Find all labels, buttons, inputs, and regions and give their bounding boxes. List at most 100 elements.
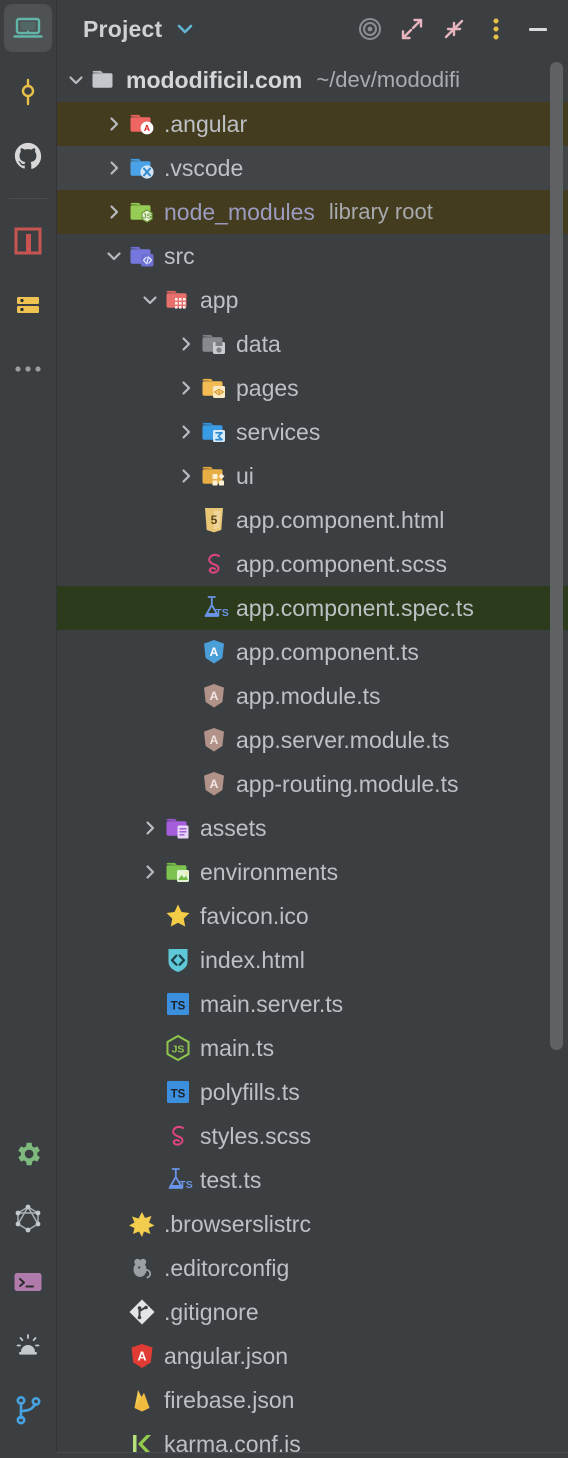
activity-item-graphql[interactable] xyxy=(4,1194,52,1242)
tree-row[interactable]: pages xyxy=(57,366,568,410)
tree-row[interactable]: assets xyxy=(57,806,568,850)
file-angular-module-icon: A xyxy=(199,769,229,799)
chevron-right-icon[interactable] xyxy=(173,322,199,366)
tree-row-label: node_modules xyxy=(164,198,315,225)
tree-row[interactable]: data xyxy=(57,322,568,366)
chevron-right-icon[interactable] xyxy=(173,410,199,454)
tree-row[interactable]: Aapp.module.ts xyxy=(57,674,568,718)
tree-row[interactable]: Aapp.component.ts xyxy=(57,630,568,674)
scrollbar-thumb[interactable] xyxy=(550,62,563,1050)
tree-row[interactable]: TS test.ts xyxy=(57,1158,568,1202)
tree-row-label: app.component.scss xyxy=(236,550,447,577)
tree-row[interactable]: TS main.server.ts xyxy=(57,982,568,1026)
tree-row[interactable]: app.component.scss xyxy=(57,542,568,586)
tree-row-label: services xyxy=(236,418,321,445)
tree-row[interactable]: .editorconfig xyxy=(57,1246,568,1290)
file-favicon-icon xyxy=(163,901,193,931)
svg-text:A: A xyxy=(210,645,219,659)
tree-row-label: favicon.ico xyxy=(200,902,309,929)
tree-row[interactable]: styles.scss xyxy=(57,1114,568,1158)
tree-row[interactable]: .vscode xyxy=(57,146,568,190)
tree-row-label: .gitignore xyxy=(164,1298,259,1325)
tree-row[interactable]: ui xyxy=(57,454,568,498)
file-sass-icon xyxy=(199,549,229,579)
file-html5-icon: 5 xyxy=(199,505,229,535)
svg-text:TS: TS xyxy=(215,607,228,619)
activity-item-terminal[interactable] xyxy=(4,1258,52,1306)
folder-angular-icon: A xyxy=(127,109,157,139)
svg-text:A: A xyxy=(210,689,219,703)
collapse-all-button[interactable] xyxy=(434,9,474,49)
activity-item-settings[interactable] xyxy=(4,1130,52,1178)
tree-row[interactable]: Aapp-routing.module.ts xyxy=(57,762,568,806)
vertical-scrollbar[interactable] xyxy=(548,58,566,1058)
chevron-right-icon[interactable] xyxy=(101,102,127,146)
tree-row-root[interactable]: mododificil.com ~/dev/mododifi xyxy=(57,58,568,102)
panel-bottom-edge xyxy=(56,1452,568,1458)
project-file-tree[interactable]: mododificil.com ~/dev/mododifi A .angular .v… xyxy=(57,58,568,1458)
file-angular-module-icon: A xyxy=(199,725,229,755)
file-angular-json-icon: A xyxy=(127,1341,157,1371)
chevron-right-icon[interactable] xyxy=(101,190,127,234)
activity-bar-top-group xyxy=(4,0,52,409)
chevron-down-icon[interactable] xyxy=(101,234,127,278)
tree-row-label: index.html xyxy=(200,946,305,973)
activity-item-database[interactable] xyxy=(4,281,52,329)
options-menu-button[interactable] xyxy=(476,9,516,49)
activity-item-project[interactable] xyxy=(4,4,52,52)
svg-text:TS: TS xyxy=(171,1001,186,1013)
tree-row[interactable]: A .angular xyxy=(57,102,568,146)
page-title[interactable]: Project xyxy=(83,16,162,43)
chevron-down-icon[interactable] xyxy=(63,58,89,102)
tree-row[interactable]: .gitignore xyxy=(57,1290,568,1334)
activity-item-git[interactable] xyxy=(4,1386,52,1434)
panel-header: Project xyxy=(57,0,568,58)
folder-app-icon xyxy=(163,285,193,315)
tree-row[interactable]: JS main.ts xyxy=(57,1026,568,1070)
chevron-right-icon[interactable] xyxy=(137,806,163,850)
file-browserslist-icon xyxy=(127,1209,157,1239)
tree-row[interactable]: favicon.ico xyxy=(57,894,568,938)
tree-row-annotation: ~/dev/mododifi xyxy=(316,67,461,92)
tree-row[interactable]: 5 app.component.html xyxy=(57,498,568,542)
tree-row[interactable]: services xyxy=(57,410,568,454)
folder-pages-icon xyxy=(199,373,229,403)
chevron-down-icon[interactable] xyxy=(174,18,196,40)
expand-all-button[interactable] xyxy=(392,9,432,49)
tree-row[interactable]: index.html xyxy=(57,938,568,982)
chevron-right-icon[interactable] xyxy=(137,850,163,894)
tree-row[interactable]: firebase.json xyxy=(57,1378,568,1422)
tree-row[interactable]: src xyxy=(57,234,568,278)
tree-row[interactable]: TS app.component.spec.ts xyxy=(57,586,568,630)
file-typescript-icon: TS xyxy=(163,1077,193,1107)
activity-item-github[interactable] xyxy=(4,132,52,180)
tree-row[interactable]: Aapp.server.module.ts xyxy=(57,718,568,762)
tree-row[interactable]: TS polyfills.ts xyxy=(57,1070,568,1114)
chevron-right-icon[interactable] xyxy=(173,366,199,410)
project-view-icon xyxy=(13,13,43,43)
tree-row-label: styles.scss xyxy=(200,1122,312,1149)
file-editorconfig-icon xyxy=(127,1253,157,1283)
activity-item-more-tool-windows[interactable] xyxy=(4,345,52,393)
svg-text:A: A xyxy=(210,733,219,747)
activity-item-nx-console[interactable] xyxy=(4,217,52,265)
tree-row[interactable]: app xyxy=(57,278,568,322)
folder-node-icon: JS xyxy=(127,197,157,227)
folder-environments-icon xyxy=(163,857,193,887)
chevron-right-icon[interactable] xyxy=(101,146,127,190)
file-spec-ts-icon: TS xyxy=(163,1165,193,1195)
tree-row-label: polyfills.ts xyxy=(200,1078,300,1105)
terminal-icon xyxy=(13,1270,43,1294)
tree-row[interactable]: Aangular.json xyxy=(57,1334,568,1378)
tree-row[interactable]: JS node_modules library root xyxy=(57,190,568,234)
tree-row[interactable]: .browserslistrc xyxy=(57,1202,568,1246)
select-opened-file-button[interactable] xyxy=(350,9,390,49)
project-tool-window: Project mododificil.com ~/dev/mododifi A… xyxy=(0,0,568,1458)
activity-item-problems[interactable] xyxy=(4,1322,52,1370)
chevron-right-icon[interactable] xyxy=(173,454,199,498)
folder-data-icon xyxy=(199,329,229,359)
tree-row[interactable]: environments xyxy=(57,850,568,894)
activity-item-commit[interactable] xyxy=(4,68,52,116)
chevron-down-icon[interactable] xyxy=(137,278,163,322)
hide-panel-button[interactable] xyxy=(518,9,558,49)
